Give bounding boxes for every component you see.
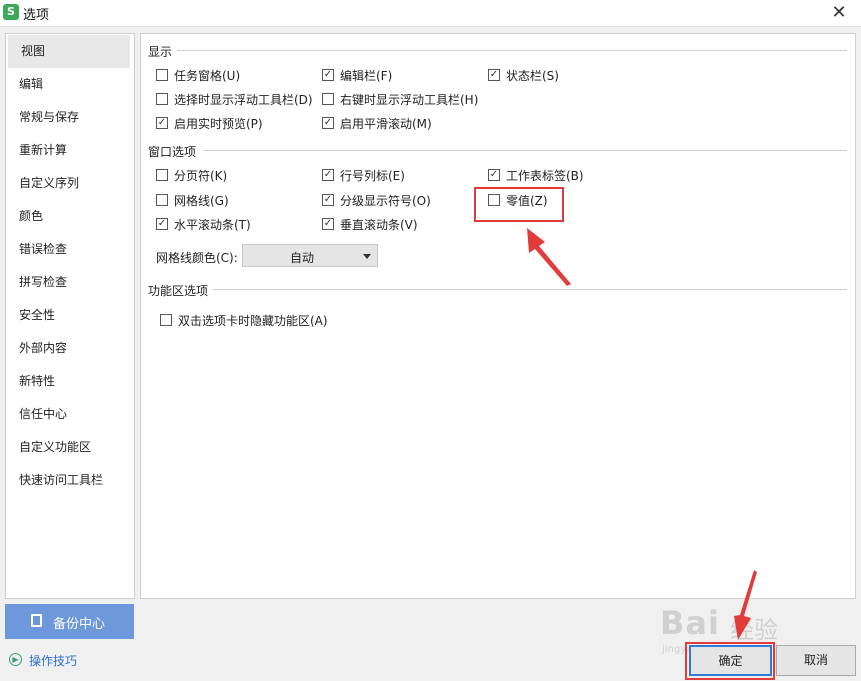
- title-bar: S 选项 ✕: [0, 0, 861, 27]
- sidebar-item-custom-list[interactable]: 自定义序列: [6, 167, 134, 200]
- option-label: 垂直滚动条(V): [340, 218, 418, 232]
- sidebar-item-edit[interactable]: 编辑: [6, 68, 134, 101]
- checkbox-checked[interactable]: ✓: [488, 69, 500, 81]
- option-label: 行号列标(E): [340, 169, 405, 183]
- sidebar: 视图 编辑 常规与保存 重新计算 自定义序列 颜色 错误检查 拼写检查 安全性 …: [5, 33, 135, 599]
- options-panel: 显示 任务窗格(U) ✓ 编辑栏(F) ✓ 状态栏(S) 选择时显示浮动工具栏(…: [140, 33, 856, 599]
- gridline-color-value: 自动: [289, 251, 314, 265]
- play-circle-icon: ▶: [9, 653, 22, 666]
- chevron-down-icon: [363, 254, 371, 259]
- option-label: 启用平滑滚动(M): [340, 117, 432, 131]
- highlight-box-ok: [685, 642, 775, 680]
- sidebar-item-error-check[interactable]: 错误检查: [6, 233, 134, 266]
- sidebar-item-new-features[interactable]: 新特性: [6, 365, 134, 398]
- sidebar-item-recalc[interactable]: 重新计算: [6, 134, 134, 167]
- gridline-color-select[interactable]: 自动: [242, 244, 378, 267]
- option-label: 选择时显示浮动工具栏(D): [174, 93, 313, 107]
- annotation-arrow-icon: [734, 570, 757, 640]
- option-label: 编辑栏(F): [340, 69, 393, 83]
- section-divider: [177, 50, 847, 51]
- checkbox[interactable]: [322, 93, 334, 105]
- sidebar-item-external-content[interactable]: 外部内容: [6, 332, 134, 365]
- backup-center-button[interactable]: 备份中心: [5, 604, 134, 639]
- highlight-box-zero-values: [474, 187, 564, 222]
- option-label: 状态栏(S): [506, 69, 559, 83]
- option-label: 水平滚动条(T): [174, 218, 251, 232]
- backup-center-label: 备份中心: [53, 617, 106, 632]
- option-label: 网格线(G): [174, 194, 229, 208]
- close-button[interactable]: ✕: [817, 0, 861, 26]
- sidebar-item-security[interactable]: 安全性: [6, 299, 134, 332]
- checkbox[interactable]: [156, 93, 168, 105]
- watermark-brand: Bai: [660, 604, 720, 642]
- checkbox-checked[interactable]: ✓: [322, 194, 334, 206]
- sidebar-item-general-save[interactable]: 常规与保存: [6, 101, 134, 134]
- sidebar-item-spell-check[interactable]: 拼写检查: [6, 266, 134, 299]
- sidebar-item-custom-ribbon[interactable]: 自定义功能区: [6, 431, 134, 464]
- section-window-title: 窗口选项: [148, 143, 201, 160]
- checkbox-checked[interactable]: ✓: [322, 169, 334, 181]
- annotation-arrow-icon: [527, 228, 571, 286]
- gridline-color-label: 网格线颜色(C):: [156, 251, 238, 265]
- document-icon: [31, 614, 42, 627]
- checkbox[interactable]: [156, 194, 168, 206]
- option-label: 分页符(K): [174, 169, 228, 183]
- sidebar-item-view[interactable]: 视图: [8, 35, 130, 68]
- section-display-title: 显示: [148, 43, 177, 60]
- section-divider: [203, 150, 847, 151]
- option-label: 启用实时预览(P): [174, 117, 263, 131]
- checkbox[interactable]: [160, 314, 172, 326]
- window-title: 选项: [23, 8, 50, 23]
- checkbox-checked[interactable]: ✓: [322, 117, 334, 129]
- option-label: 双击选项卡时隐藏功能区(A): [178, 314, 328, 328]
- sidebar-item-quick-access-toolbar[interactable]: 快速访问工具栏: [6, 464, 134, 497]
- checkbox-checked[interactable]: ✓: [322, 218, 334, 230]
- option-label: 分级显示符号(O): [340, 194, 431, 208]
- sidebar-item-color[interactable]: 颜色: [6, 200, 134, 233]
- cancel-button[interactable]: 取消: [776, 645, 856, 676]
- option-label: 任务窗格(U): [174, 69, 241, 83]
- section-ribbon-title: 功能区选项: [148, 282, 213, 299]
- checkbox[interactable]: [156, 169, 168, 181]
- option-label: 工作表标签(B): [506, 169, 584, 183]
- option-label: 右键时显示浮动工具栏(H): [340, 93, 479, 107]
- checkbox-checked[interactable]: ✓: [156, 218, 168, 230]
- checkbox-checked[interactable]: ✓: [322, 69, 334, 81]
- checkbox-checked[interactable]: ✓: [156, 117, 168, 129]
- tips-label: 操作技巧: [29, 654, 78, 668]
- app-logo-icon: S: [3, 4, 19, 20]
- checkbox-checked[interactable]: ✓: [488, 169, 500, 181]
- sidebar-item-trust-center[interactable]: 信任中心: [6, 398, 134, 431]
- checkbox[interactable]: [156, 69, 168, 81]
